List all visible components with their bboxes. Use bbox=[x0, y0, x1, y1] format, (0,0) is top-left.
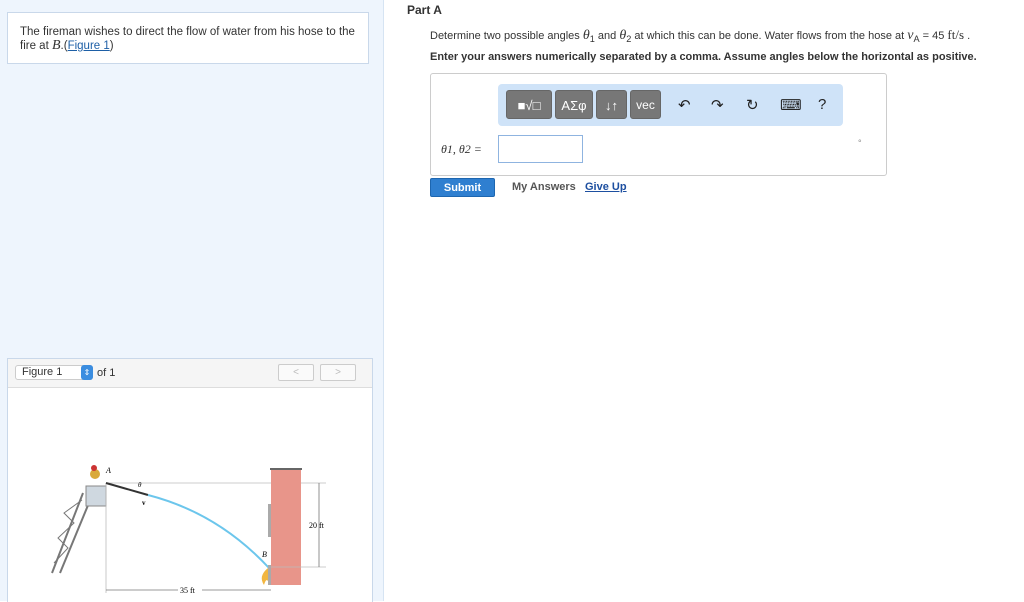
prev-figure-button[interactable]: < bbox=[278, 364, 314, 381]
figure-count: of 1 bbox=[97, 367, 116, 379]
q-text: . bbox=[964, 30, 971, 42]
bucket bbox=[85, 485, 107, 507]
point-b: B bbox=[51, 38, 61, 53]
next-figure-button[interactable]: > bbox=[320, 364, 356, 381]
water-stream bbox=[147, 494, 270, 569]
q-text: and bbox=[594, 30, 620, 42]
degree-unit: ° bbox=[858, 138, 862, 148]
submit-button[interactable]: Submit bbox=[430, 178, 495, 197]
theta1: θ bbox=[582, 28, 590, 43]
math-toolbar: ■√□ ΑΣφ ↓↑ vec ↶ ↷ ↻ ⌨ ? bbox=[498, 84, 843, 126]
figure-header: Figure 1 ⇕ of 1 < > bbox=[8, 359, 372, 388]
fire bbox=[261, 568, 268, 585]
greek-button[interactable]: ΑΣφ bbox=[555, 90, 593, 119]
vec-button[interactable]: vec bbox=[630, 90, 661, 119]
q-text: at which this can be done. Water flows f… bbox=[631, 30, 908, 42]
keyboard-icon[interactable]: ⌨ bbox=[780, 96, 802, 114]
answer-input[interactable] bbox=[498, 135, 583, 163]
question-text: Determine two possible angles θ1 and θ2 … bbox=[430, 27, 970, 44]
templates-button[interactable]: ■√□ bbox=[506, 90, 552, 119]
problem-statement: The fireman wishes to direct the flow of… bbox=[7, 12, 369, 64]
answer-label: θ1, θ2 = bbox=[441, 142, 482, 156]
label-va: v bbox=[142, 499, 146, 507]
give-up-link[interactable]: Give Up bbox=[585, 181, 627, 193]
helmet bbox=[91, 465, 97, 471]
redo-icon[interactable]: ↷ bbox=[711, 96, 724, 114]
fireman-diagram: A θ v B 20 ft 35 ft bbox=[51, 465, 326, 595]
paren: ) bbox=[109, 40, 114, 52]
my-answers-link[interactable]: My Answers bbox=[512, 181, 576, 193]
part-title: Part A bbox=[407, 3, 442, 17]
label-distance: 35 ft bbox=[180, 586, 196, 595]
answer-box: ■√□ ΑΣφ ↓↑ vec ↶ ↷ ↻ ⌨ ? θ1, θ2 = ° bbox=[430, 73, 887, 176]
help-icon[interactable]: ? bbox=[818, 96, 826, 113]
label-b: B bbox=[262, 550, 267, 559]
left-panel: The fireman wishes to direct the flow of… bbox=[0, 0, 384, 602]
figure-panel: Figure 1 ⇕ of 1 < > A θ v B 20 ft 35 ft bbox=[7, 358, 373, 602]
undo-icon[interactable]: ↶ bbox=[678, 96, 691, 114]
reset-icon[interactable]: ↻ bbox=[746, 96, 759, 114]
label-a: A bbox=[105, 466, 111, 475]
figure-select[interactable]: Figure 1 ⇕ bbox=[15, 365, 93, 380]
arrows-button[interactable]: ↓↑ bbox=[596, 90, 627, 119]
brick-wall bbox=[271, 470, 301, 585]
spinner-icon: ⇕ bbox=[81, 365, 93, 380]
figure-link[interactable]: Figure 1 bbox=[68, 40, 110, 52]
figure-select-value: Figure 1 bbox=[22, 366, 63, 378]
q-text: Determine two possible angles bbox=[430, 30, 583, 42]
unit: ft/s bbox=[947, 27, 965, 42]
label-theta: θ bbox=[138, 481, 142, 489]
instruction: Enter your answers numerically separated… bbox=[430, 51, 977, 63]
label-height: 20 ft bbox=[309, 521, 325, 530]
q-text: = 45 bbox=[919, 30, 948, 42]
window bbox=[268, 504, 271, 537]
window bbox=[268, 565, 271, 585]
ladder bbox=[51, 492, 92, 574]
velocity-arrow bbox=[105, 482, 149, 496]
